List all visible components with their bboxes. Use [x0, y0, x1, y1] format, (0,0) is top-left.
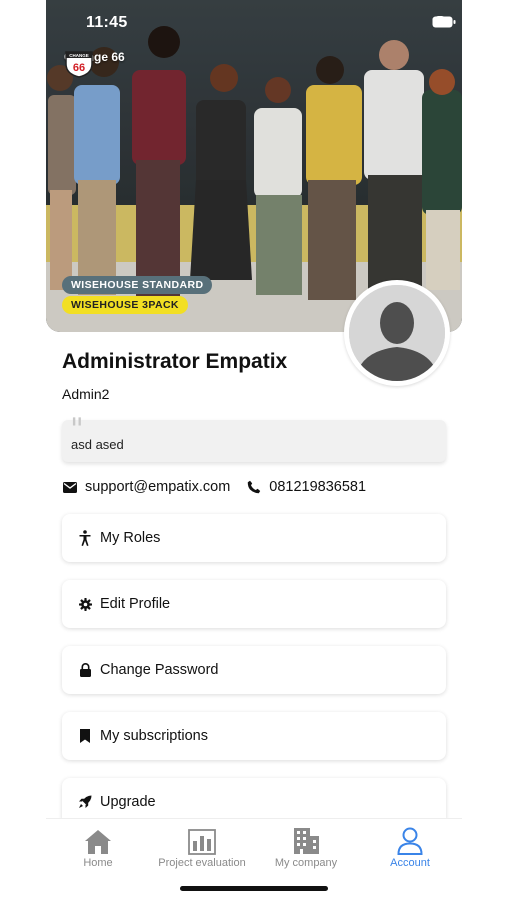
tab-home[interactable]: Home — [46, 821, 150, 869]
svg-text:66: 66 — [73, 62, 85, 74]
edit-profile-button[interactable]: Edit Profile — [62, 580, 446, 628]
bookmark-icon — [78, 728, 92, 744]
phone-icon — [246, 480, 261, 495]
bio-box: " asd ased — [62, 412, 446, 462]
gear-icon — [78, 596, 92, 612]
tab-my-company-label: My company — [274, 857, 338, 869]
my-roles-button[interactable]: My Roles — [62, 514, 446, 562]
plan-badge: WISEHOUSE STANDARD — [62, 276, 213, 294]
edit-profile-label: Edit Profile — [100, 596, 171, 612]
battery-icon — [432, 16, 456, 28]
user-icon — [397, 827, 423, 855]
contact-email[interactable]: support@empatix.com — [85, 479, 230, 495]
my-subscriptions-button[interactable]: My subscriptions — [62, 712, 446, 760]
home-icon — [85, 830, 111, 854]
contact-phone[interactable]: 081219836581 — [269, 479, 366, 495]
rocket-icon — [78, 794, 92, 810]
lock-icon — [78, 662, 92, 678]
tab-home-label: Home — [83, 857, 113, 869]
pack-badge: WISEHOUSE 3PACK — [62, 296, 188, 314]
change-password-button[interactable]: Change Password — [62, 646, 446, 694]
change-password-label: Change Password — [100, 662, 219, 678]
bar-chart-icon — [188, 829, 216, 855]
building-icon — [294, 828, 319, 854]
tab-account-label: Account — [390, 857, 430, 869]
status-time: 11:45 — [86, 14, 128, 31]
tab-project-evaluation[interactable]: Project evaluation — [150, 821, 254, 869]
bio-text: asd ased — [71, 437, 124, 452]
mail-icon — [62, 480, 77, 495]
my-subscriptions-label: My subscriptions — [100, 728, 208, 744]
upgrade-label: Upgrade — [100, 794, 156, 810]
profile-name: Administrator Empatix — [62, 350, 288, 373]
svg-text:CHANGE: CHANGE — [69, 53, 89, 58]
profile-username: Admin2 — [62, 386, 110, 402]
tab-account[interactable]: Account — [358, 821, 462, 869]
home-indicator — [180, 886, 328, 891]
person-icon — [78, 530, 92, 546]
route-66-logo-icon: CHANGE 66 — [65, 51, 93, 78]
tab-project-evaluation-label: Project evaluation — [158, 857, 246, 869]
tab-my-company[interactable]: My company — [254, 821, 358, 869]
my-roles-label: My Roles — [100, 530, 161, 546]
default-avatar-icon — [349, 285, 445, 381]
contact-row: support@empatix.com 081219836581 — [62, 479, 366, 495]
brand: CHANGE 66 Change 66 — [64, 50, 125, 78]
avatar[interactable] — [344, 280, 450, 386]
